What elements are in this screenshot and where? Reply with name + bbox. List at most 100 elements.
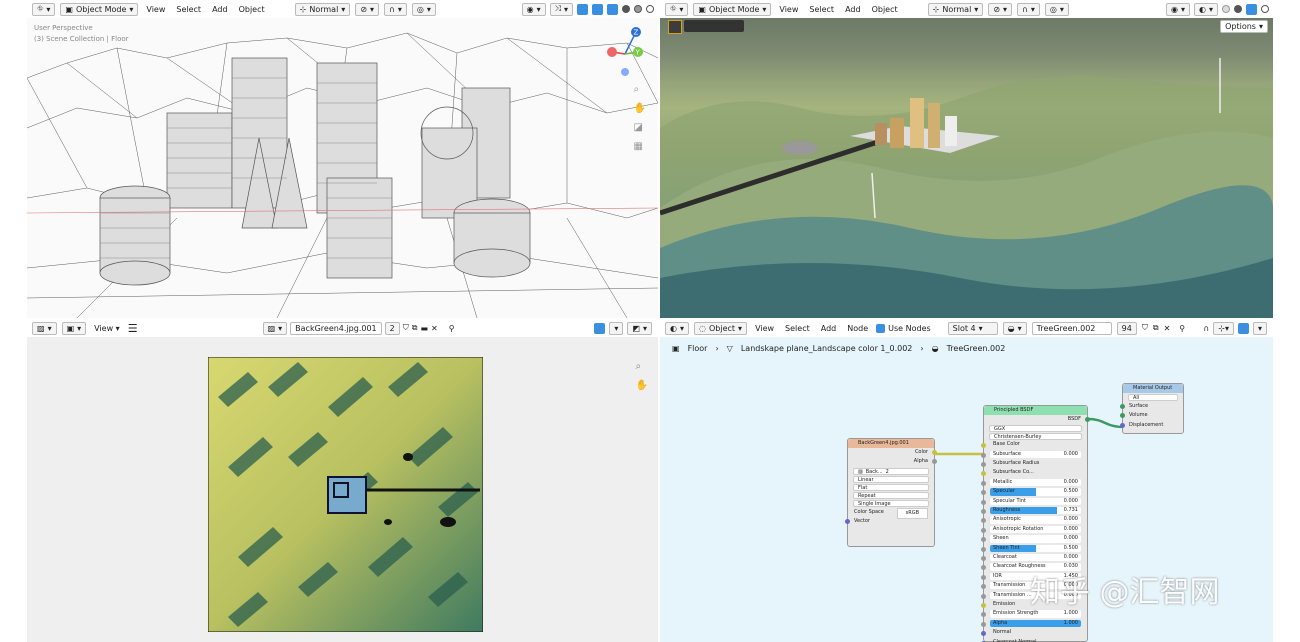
duplicate-icon[interactable]: ⧉ xyxy=(412,323,418,333)
principled-bsdf-node-header[interactable]: Principled BSDF xyxy=(984,406,1087,415)
bsdf-param-row[interactable]: Clearcoat Normal xyxy=(981,639,1087,642)
material-users-count[interactable]: 94 xyxy=(1116,321,1137,335)
bsdf-param-row[interactable]: Emission Strength 1.000 xyxy=(981,610,1087,618)
bsdf-param-row[interactable]: Normal xyxy=(981,629,1087,637)
pin-icon[interactable]: ⚲ xyxy=(449,324,455,333)
material-shading-icon[interactable] xyxy=(634,5,642,13)
vector-input-socket[interactable] xyxy=(845,518,850,524)
menu-add[interactable]: Add xyxy=(818,324,840,333)
checkbox-checked-icon[interactable] xyxy=(876,323,886,333)
bsdf-param-row[interactable]: Clearcoat 0.000 xyxy=(981,553,1087,562)
snap-button[interactable]: ∩ ▾ xyxy=(384,2,407,16)
distribution-dropdown[interactable]: GGX xyxy=(989,425,1082,433)
source-dropdown[interactable]: Single Image xyxy=(853,499,929,507)
param-input-socket[interactable] xyxy=(981,546,986,552)
bsdf-param-row[interactable]: Base Color xyxy=(981,441,1087,449)
surface-input-socket[interactable] xyxy=(1120,404,1125,409)
menu-view[interactable]: View xyxy=(752,324,777,333)
material-shading-icon[interactable] xyxy=(1246,3,1257,15)
param-field[interactable]: Clearcoat 0.000 xyxy=(990,553,1081,562)
pivot-dropdown[interactable]: ⊘ ▾ xyxy=(988,2,1013,16)
proportional-edit-button[interactable]: ◎ ▾ xyxy=(411,2,436,16)
orientation-dropdown[interactable]: ⊹ Normal ▾ xyxy=(927,2,984,16)
menu-view[interactable]: View ▾ xyxy=(91,324,123,333)
viewport-right-canvas[interactable]: Options ▾ xyxy=(660,18,1273,318)
node-canvas[interactable]: ▣ Floor › ▽ Landskape plane_Landscape co… xyxy=(660,337,1273,642)
viewport-left-canvas[interactable]: User Perspective (3) Scene Collection | … xyxy=(27,18,658,318)
wireframe-shading-icon[interactable] xyxy=(607,3,618,15)
overlay-toggle-icon[interactable] xyxy=(1237,322,1249,334)
bsdf-param-row[interactable]: Alpha 1.000 xyxy=(981,619,1087,628)
use-nodes-toggle[interactable]: Use Nodes xyxy=(876,323,931,333)
menu-node[interactable]: Node xyxy=(844,324,871,333)
gizmo-button[interactable]: ⤨ ▾ xyxy=(549,2,573,16)
param-field[interactable]: Anisotropic Rotation 0.000 xyxy=(990,525,1081,534)
param-field[interactable]: Emission Strength 1.000 xyxy=(990,610,1081,618)
menu-add[interactable]: Add xyxy=(842,5,864,14)
bsdf-param-row[interactable]: Specular Tint 0.000 xyxy=(981,497,1087,506)
pin-icon[interactable]: ⚲ xyxy=(1179,324,1185,333)
bsdf-param-row[interactable]: Subsurface Co... xyxy=(981,469,1087,477)
node-image-selector[interactable]: ▨ Back... 2 xyxy=(853,467,929,475)
param-input-socket[interactable] xyxy=(981,584,986,590)
overlay-dropdown[interactable]: ◐ ▾ xyxy=(1194,2,1218,16)
slot-dropdown[interactable]: Slot 4 ▾ xyxy=(947,321,998,335)
editor-type-button[interactable]: ⛗ ▾ xyxy=(32,2,56,16)
param-input-socket[interactable] xyxy=(981,631,986,637)
gizmo-dropdown[interactable]: ▾ xyxy=(609,321,624,335)
projection-dropdown[interactable]: Flat xyxy=(853,483,929,491)
image-name-field[interactable]: BackGreen4.jpg.001 xyxy=(290,321,382,335)
param-field[interactable]: Sheen Tint 0.500 xyxy=(990,544,1081,552)
snap-dropdown[interactable]: ⊹▾ xyxy=(1213,321,1234,335)
image-texture-node-header[interactable]: BackGreen4.jpg.001 xyxy=(848,439,934,448)
interpolation-dropdown[interactable]: Linear xyxy=(853,475,929,483)
param-field[interactable]: Specular Tint 0.000 xyxy=(990,497,1081,505)
visibility-button[interactable]: ◉ ▾ xyxy=(521,2,546,16)
param-input-socket[interactable] xyxy=(981,452,986,458)
bsdf-param-row[interactable]: Metallic 0.000 xyxy=(981,478,1087,487)
rendered-shading-icon[interactable] xyxy=(646,5,654,13)
param-input-socket[interactable] xyxy=(981,462,986,468)
wireframe-shading-icon[interactable] xyxy=(1222,5,1230,13)
param-field[interactable]: Sheen 0.000 xyxy=(990,535,1081,543)
param-input-socket[interactable] xyxy=(981,443,986,449)
image-texture-node[interactable]: BackGreen4.jpg.001 Color Alpha ▨ Back... 2… xyxy=(845,438,937,547)
menu-view[interactable]: View xyxy=(776,5,801,14)
param-input-socket[interactable] xyxy=(981,509,986,515)
fake-user-shield-icon[interactable]: ⛉ xyxy=(403,323,409,333)
param-field[interactable]: Normal xyxy=(990,629,1081,636)
param-field[interactable]: Subsurface Co... xyxy=(990,469,1081,476)
solid-shading-icon[interactable] xyxy=(622,5,630,13)
param-field[interactable]: Roughness 0.731 xyxy=(990,507,1081,515)
bsdf-param-row[interactable]: Subsurface Radius xyxy=(981,460,1087,468)
solid-shading-icon[interactable] xyxy=(1234,5,1242,13)
snap-icon[interactable]: ∩ xyxy=(1203,324,1209,333)
param-input-socket[interactable] xyxy=(981,612,986,618)
viewport-left-area[interactable]: ⛗ ▾ ▣ Object Mode ▾ View Select Add Object … xyxy=(27,0,658,318)
param-input-socket[interactable] xyxy=(981,490,986,496)
pan-hand-icon[interactable]: ✋ xyxy=(636,380,648,391)
visibility-button[interactable]: ◉ ▾ xyxy=(1166,2,1190,16)
bsdf-output-socket[interactable] xyxy=(1085,417,1090,422)
bsdf-param-row[interactable]: Sheen Tint 0.500 xyxy=(981,544,1087,553)
view-mode-dropdown[interactable]: ▣ ▾ xyxy=(61,321,87,335)
duplicate-icon[interactable]: ⧉ xyxy=(1153,323,1159,333)
menu-object[interactable]: Object xyxy=(869,5,901,14)
hamburger-menu-icon[interactable]: ☰ xyxy=(128,322,138,335)
param-input-socket[interactable] xyxy=(981,602,986,608)
mode-dropdown[interactable]: ▣ Object Mode ▾ xyxy=(693,2,772,16)
display-channels-dropdown[interactable]: ◩ ▾ xyxy=(627,321,652,335)
zoom-icon[interactable]: ⌕ xyxy=(636,361,648,372)
volume-input-socket[interactable] xyxy=(1120,413,1125,419)
param-field[interactable]: Clearcoat Normal xyxy=(990,639,1081,642)
material-output-node-header[interactable]: Material Output xyxy=(1123,384,1183,393)
fake-user-shield-icon[interactable]: ⛉ xyxy=(1142,323,1148,333)
param-input-socket[interactable] xyxy=(981,593,986,599)
bsdf-param-row[interactable]: Sheen 0.000 xyxy=(981,535,1087,543)
param-field[interactable]: Subsurface Radius xyxy=(990,460,1081,467)
param-field[interactable]: Subsurface 0.000 xyxy=(990,450,1081,458)
grid-icon[interactable]: ▦ xyxy=(634,141,646,152)
overlay-dropdown[interactable]: ▾ xyxy=(1252,321,1267,335)
param-input-socket[interactable] xyxy=(981,537,986,543)
extension-dropdown[interactable]: Repeat xyxy=(853,491,929,499)
